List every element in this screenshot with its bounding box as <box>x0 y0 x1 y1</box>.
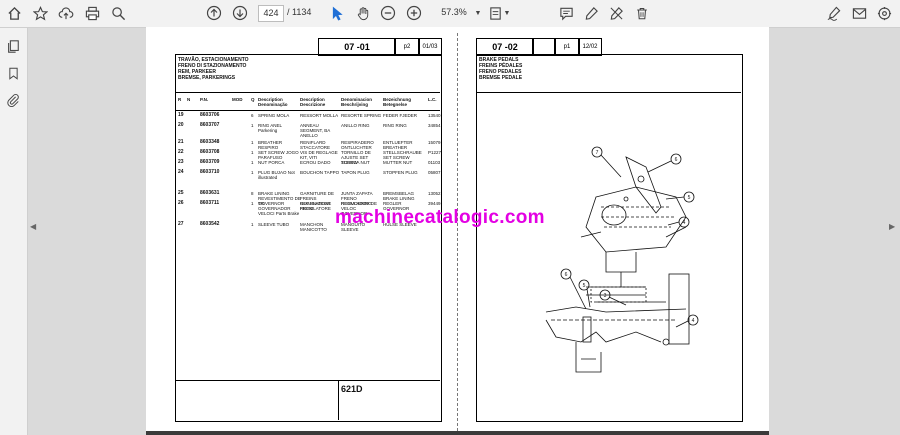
header-underline <box>175 110 440 111</box>
previous-page-icon[interactable] <box>205 3 223 23</box>
right-group-number: 07 -02 <box>476 38 534 56</box>
page-thumbnails-icon[interactable] <box>4 36 22 56</box>
left-navigation-rail <box>0 28 28 435</box>
pdf-toolbar: 424 / 1134 57.3% ▼ ▼ <box>0 0 900 28</box>
comment-icon[interactable] <box>557 3 575 23</box>
callout-bottom-5: 5 <box>583 283 586 289</box>
email-icon[interactable] <box>850 3 868 23</box>
zoom-out-icon[interactable] <box>379 3 397 23</box>
watermark-text: machinecatalogic.com <box>335 207 545 228</box>
expand-right-panel-icon[interactable]: ▶ <box>889 222 895 231</box>
zoom-level-select[interactable]: 57.3% <box>432 5 476 20</box>
left-table-top-rule <box>175 92 440 93</box>
callout-bottom-3: 3 <box>604 293 607 299</box>
delete-trash-icon[interactable] <box>633 3 651 23</box>
select-cursor-icon[interactable] <box>328 3 346 23</box>
draw-eraser-icon[interactable] <box>607 3 625 23</box>
collapse-left-panel-icon[interactable]: ◀ <box>30 222 36 231</box>
zoom-search-icon[interactable] <box>109 3 127 23</box>
page-bottom-edge <box>146 431 769 435</box>
sign-icon[interactable] <box>825 3 843 23</box>
zoom-in-icon[interactable] <box>405 3 423 23</box>
callout-top-4: 4 <box>683 220 686 226</box>
page-total-label: / 1134 <box>287 7 312 17</box>
left-footer-rule <box>175 380 440 381</box>
print-icon[interactable] <box>83 3 101 23</box>
settings-gear-icon[interactable] <box>875 3 893 23</box>
right-page-date: 12/02 <box>578 38 602 56</box>
right-page-number: p1 <box>554 38 580 56</box>
pdf-page: 07 -01 p2 01/03 TRAVÃO, ESTACIONAMENTO F… <box>146 27 769 435</box>
callout-bottom-4: 4 <box>692 318 695 324</box>
bookmark-star-icon[interactable] <box>31 3 49 23</box>
right-blank-cell <box>532 38 556 56</box>
parts-table-header: R N P.N. MOD Q Description Denominação D… <box>178 97 437 107</box>
home-icon[interactable] <box>5 3 23 23</box>
left-section-title: TRAVÃO, ESTACIONAMENTO FRENO DI STAZIONA… <box>178 57 249 81</box>
page-number-input[interactable]: 424 <box>258 5 284 22</box>
upload-cloud-icon[interactable] <box>57 3 75 23</box>
left-page-date: 01/03 <box>418 38 442 56</box>
table-row: 24 8603710 1 PLUG BUJAO Not illustrated BOU… <box>178 169 441 181</box>
bookmarks-icon[interactable] <box>4 63 22 83</box>
right-section-title: BRAKE PEDALS FREINS PÉDALES FRENO PEDALE… <box>479 57 523 81</box>
attachments-icon[interactable] <box>4 89 22 109</box>
highlight-pen-icon[interactable] <box>582 3 600 23</box>
hand-tool-icon[interactable] <box>354 3 372 23</box>
left-group-number: 07 -01 <box>318 38 396 56</box>
left-footer-divider <box>338 380 339 420</box>
page-fold-divider <box>457 33 458 431</box>
callout-top-7: 7 <box>596 150 599 156</box>
left-page-number: p2 <box>394 38 420 56</box>
callout-bottom-6: 6 <box>565 272 568 278</box>
model-number: 621D <box>341 384 363 394</box>
callout-top-6: 6 <box>675 157 678 163</box>
fit-dropdown-icon[interactable]: ▼ <box>502 3 512 23</box>
callout-top-5: 5 <box>688 195 691 201</box>
right-title-rule <box>476 92 741 93</box>
zoom-dropdown-icon[interactable]: ▼ <box>473 3 483 23</box>
brake-pedal-diagram: 7 6 5 4 6 5 3 4 S001434 <box>545 146 699 373</box>
next-page-icon[interactable] <box>231 3 249 23</box>
